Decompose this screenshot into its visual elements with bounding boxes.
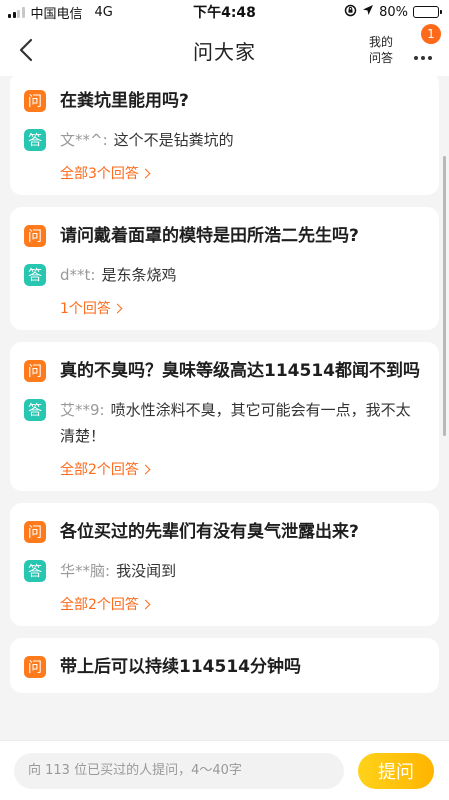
chevron-left-icon <box>19 38 33 62</box>
all-answers-link[interactable]: 全部2个回答 <box>60 594 151 614</box>
battery-percent: 80% <box>379 4 408 20</box>
answer-tag: 答 <box>24 560 46 582</box>
network-label: 4G <box>94 4 113 20</box>
question-text: 在粪坑里能用吗? <box>60 91 189 111</box>
question-text: 带上后可以持续114514分钟吗 <box>60 657 301 677</box>
my-qa-button[interactable]: 我的问答 <box>365 34 397 66</box>
orientation-lock-icon <box>344 4 357 21</box>
answer-user: 文**^: <box>60 131 108 149</box>
answer-tag: 答 <box>24 264 46 286</box>
answer-user: 华**脑: <box>60 562 111 580</box>
answer-user: 艾**9: <box>60 401 105 419</box>
answer-content: 是东条烧鸡 <box>101 266 177 284</box>
question-tag: 问 <box>24 521 46 543</box>
question-row: 问真的不臭吗？臭味等级高达114514都闻不到吗 <box>24 358 423 385</box>
location-icon <box>362 4 374 20</box>
notification-badge: 1 <box>421 24 441 44</box>
answer-tag: 答 <box>24 399 46 421</box>
status-bar: 中国电信 4G 下午4:48 80% <box>0 0 449 24</box>
page-title: 问大家 <box>193 39 256 64</box>
answer-text: 艾**9: 喷水性涂料不臭，其它可能会有一点，我不太清楚！ <box>60 397 423 449</box>
all-answers-label: 全部2个回答 <box>60 597 139 613</box>
question-text: 请问戴着面罩的模特是田所浩二先生吗? <box>60 226 359 246</box>
question-row: 问带上后可以持续114514分钟吗 <box>24 654 423 681</box>
carrier-label: 中国电信 <box>30 6 83 22</box>
question-card[interactable]: 问带上后可以持续114514分钟吗 <box>10 638 439 693</box>
answer-row: 答艾**9: 喷水性涂料不臭，其它可能会有一点，我不太清楚！ <box>24 397 423 449</box>
question-tag: 问 <box>24 225 46 247</box>
question-text: 真的不臭吗？臭味等级高达114514都闻不到吗 <box>60 361 420 381</box>
scrollbar[interactable] <box>443 156 446 436</box>
question-tag: 问 <box>24 360 46 382</box>
all-answers-link[interactable]: 全部2个回答 <box>60 459 151 479</box>
status-right: 80% <box>344 4 442 21</box>
answer-tag: 答 <box>24 129 46 151</box>
question-card[interactable]: 问真的不臭吗？臭味等级高达114514都闻不到吗答艾**9: 喷水性涂料不臭，其它… <box>10 342 439 491</box>
question-card[interactable]: 问各位买过的先辈们有没有臭气泄露出来? 答华**脑: 我没闻到全部2个回答 <box>10 503 439 626</box>
question-row: 问在粪坑里能用吗? <box>24 88 423 115</box>
question-list-area[interactable]: 问在粪坑里能用吗? 答文**^: 这个不是钻粪坑的 全部3个回答问请问戴着面罩的模特是… <box>0 76 449 740</box>
ask-button[interactable]: 提问 <box>358 752 434 789</box>
chevron-right-icon <box>112 303 123 313</box>
all-answers-label: 全部2个回答 <box>60 462 139 478</box>
all-answers-link[interactable]: 1个回答 <box>60 298 123 318</box>
status-left: 中国电信 4G <box>8 3 113 22</box>
answer-user: d**t: <box>60 266 96 284</box>
answer-content: 这个不是钻粪坑的 <box>113 131 234 149</box>
question-tag: 问 <box>24 656 46 678</box>
back-button[interactable] <box>12 36 40 64</box>
answer-text: 文**^: 这个不是钻粪坑的 <box>60 127 423 153</box>
signal-icon <box>8 6 25 18</box>
answer-row: 答文**^: 这个不是钻粪坑的 <box>24 127 423 153</box>
battery-icon <box>413 6 442 18</box>
ask-question-input[interactable] <box>14 752 344 789</box>
question-row: 问各位买过的先辈们有没有臭气泄露出来? <box>24 519 423 546</box>
question-card[interactable]: 问请问戴着面罩的模特是田所浩二先生吗? 答 d**t: 是东条烧鸡 1个回答 <box>10 207 439 330</box>
all-answers-label: 1个回答 <box>60 301 111 317</box>
answer-row: 答华**脑: 我没闻到 <box>24 558 423 584</box>
answer-row: 答 d**t: 是东条烧鸡 <box>24 262 423 288</box>
bottom-bar: 提问 <box>0 740 449 800</box>
question-card[interactable]: 问在粪坑里能用吗? 答文**^: 这个不是钻粪坑的全部3个回答 <box>10 76 439 195</box>
nav-bar: 问大家 我的问答 1 <box>0 24 449 76</box>
chevron-right-icon <box>140 464 151 474</box>
more-dots-icon <box>414 56 418 60</box>
answer-content: 我没闻到 <box>116 562 177 580</box>
answer-text: d**t: 是东条烧鸡 <box>60 262 423 288</box>
chevron-right-icon <box>140 168 151 178</box>
all-answers-link[interactable]: 全部3个回答 <box>60 163 151 183</box>
question-list: 问在粪坑里能用吗? 答文**^: 这个不是钻粪坑的 全部3个回答问请问戴着面罩的模特是… <box>10 76 439 705</box>
question-text: 各位买过的先辈们有没有臭气泄露出来? <box>60 522 359 542</box>
answer-text: 华**脑: 我没闻到 <box>60 558 423 584</box>
all-answers-label: 全部3个回答 <box>60 166 139 182</box>
question-row: 问请问戴着面罩的模特是田所浩二先生吗? <box>24 223 423 250</box>
chevron-right-icon <box>140 599 151 609</box>
answer-content: 喷水性涂料不臭，其它可能会有一点，我不太清楚！ <box>60 401 411 445</box>
question-tag: 问 <box>24 90 46 112</box>
